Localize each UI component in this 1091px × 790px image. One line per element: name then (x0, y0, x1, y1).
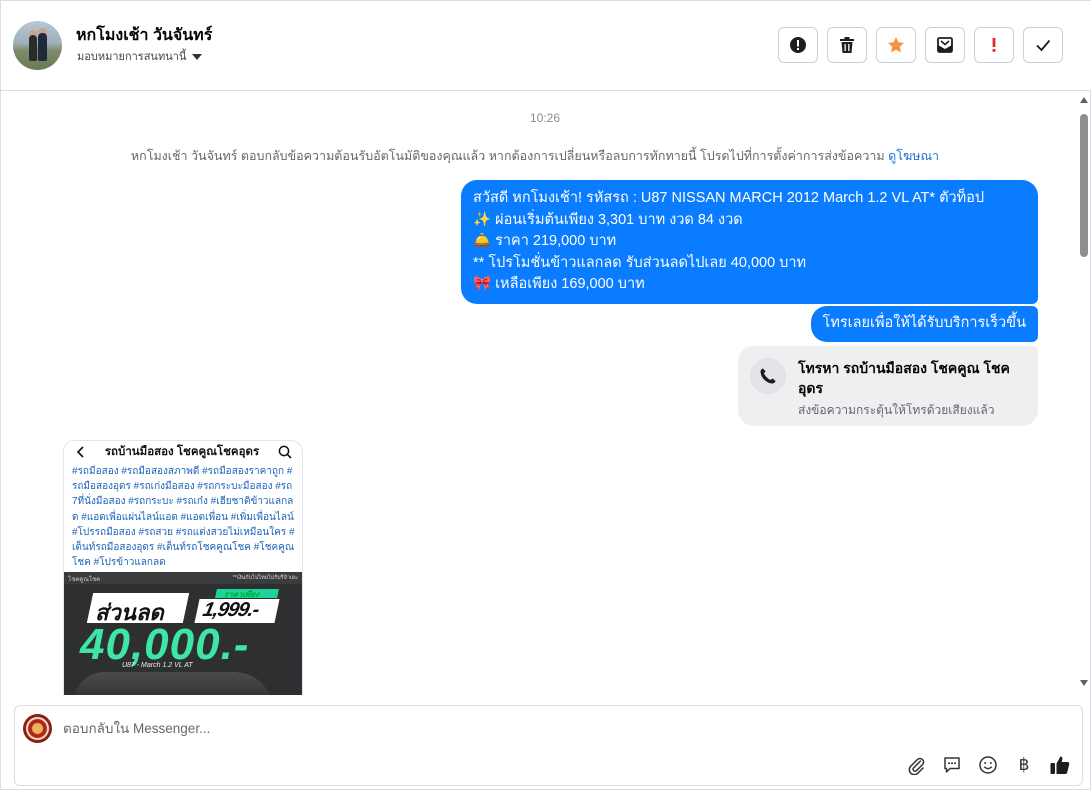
message-line: ** โปรโมชั่นข้าวแลกลด รับส่วนลดไปเลย 40,… (473, 254, 807, 271)
mark-unread-icon (937, 37, 953, 53)
message-timestamp: 10:26 (529, 111, 561, 125)
thread-actions (778, 27, 1063, 63)
delete-button[interactable] (827, 27, 867, 63)
star-button[interactable] (876, 27, 916, 63)
call-card-title: โทรหา รถบ้านมือสอง โชคคูณ โชคอุดร (798, 360, 1010, 396)
car-photo (74, 672, 274, 695)
call-card-subtitle: ส่งข้อความกระตุ้นให้โทรด้วยเสียงแล้ว (798, 403, 995, 417)
call-button-card[interactable]: โทรหา รถบ้านมือสอง โชคคูณ โชคอุดร ส่งข้อ… (738, 346, 1038, 426)
search-icon (278, 445, 292, 459)
post-page-title: รถบ้านมือสอง โชคคูณโชคอุดร (104, 446, 260, 458)
composer-toolbar: ฿ (904, 753, 1072, 777)
mark-done-button[interactable] (1023, 27, 1063, 63)
chevron-down-icon (192, 53, 203, 60)
scrollbar-thumb[interactable] (1080, 114, 1088, 257)
phone-icon (750, 358, 786, 394)
outgoing-message-bubble[interactable]: โทรเลยเพื่อให้ได้รับบริการเร็วขึ้น (810, 306, 1038, 342)
message-list-scrollbar[interactable] (1078, 92, 1090, 695)
report-icon (790, 37, 806, 53)
assign-conversation-dropdown[interactable]: มอบหมายการสนทนานี้ (77, 47, 203, 65)
banner-logo: โชคคูณโชค (68, 577, 101, 583)
thread-header: หกโมงเช้า วันจันทร์ มอบหมายการสนทนานี้ (1, 1, 1091, 91)
message-text: โทรเลยเพื่อให้ได้รับบริการเร็วขึ้น (822, 315, 1026, 331)
outgoing-message-bubble[interactable]: สวัสดี หกโมงเช้า! รหัสรถ : U87 NISSAN MA… (461, 180, 1038, 304)
reply-composer: ฿ (14, 705, 1083, 786)
message-line: 🛎️ ราคา 219,000 บาท (473, 233, 617, 249)
emoji-button[interactable] (976, 753, 1000, 777)
back-arrow-icon (76, 446, 84, 458)
system-notice-text: หกโมงเช้า วันจันทร์ ตอบกลับข้อความต้อนรั… (130, 149, 885, 163)
star-icon (888, 37, 904, 53)
emoji-icon (979, 756, 997, 774)
contact-avatar[interactable] (13, 21, 62, 70)
trash-icon (840, 37, 854, 53)
post-banner-image: โชคคูณโชค **เงินกับไปไทยไปรับรีจ้าเยะ ส่… (64, 572, 302, 695)
saved-reply-icon (944, 757, 960, 773)
like-icon (1050, 756, 1070, 774)
report-button[interactable] (778, 27, 818, 63)
reply-input[interactable] (63, 716, 883, 740)
shared-post-preview[interactable]: รถบ้านมือสอง โชคคูณโชคอุดร #รถมือสอง #รถ… (63, 440, 303, 695)
priority-icon (992, 38, 996, 52)
post-hashtags: #รถมือสอง #รถมือสองสภาพดี #รถมือสองราคาถ… (72, 466, 295, 569)
banner-price: 1,999.- (200, 599, 261, 621)
contact-name[interactable]: หกโมงเช้า วันจันทร์ (76, 23, 212, 48)
attach-button[interactable] (904, 753, 928, 777)
scroll-up-arrow-icon[interactable] (1080, 97, 1088, 103)
banner-note: **เงินกับไปไทยไปรับรีจ้าเยะ (232, 575, 298, 581)
message-line: สวัสดี หกโมงเช้า! รหัสรถ : U87 NISSAN MA… (473, 190, 985, 206)
like-button[interactable] (1048, 753, 1072, 777)
baht-payment-icon: ฿ (1018, 755, 1030, 774)
system-notice: หกโมงเช้า วันจันทร์ ตอบกลับข้อความต้อนรั… (1, 146, 1069, 166)
scroll-down-arrow-icon[interactable] (1080, 680, 1088, 686)
page-avatar (23, 714, 52, 743)
mark-unread-button[interactable] (925, 27, 965, 63)
messenger-thread-panel: หกโมงเช้า วันจันทร์ มอบหมายการสนทนานี้ 1… (0, 0, 1091, 790)
message-list[interactable]: 10:26 หกโมงเช้า วันจันทร์ ตอบกลับข้อความ… (1, 92, 1079, 695)
view-ad-link[interactable]: ดูโฆษณา (888, 149, 939, 163)
attachment-icon (908, 757, 925, 775)
banner-model: U87 - March 1.2 VL AT (122, 662, 193, 669)
payment-button[interactable]: ฿ (1012, 753, 1036, 777)
done-check-icon (1036, 39, 1051, 52)
message-line: 🎀 เหลือเพียง 169,000 บาท (473, 276, 645, 292)
priority-button[interactable] (974, 27, 1014, 63)
post-header: รถบ้านมือสอง โชคคูณโชคอุดร (64, 441, 302, 463)
message-line: ✨ ผ่อนเริ่มต้นเพียง 3,301 บาท งวด 84 งวด (473, 211, 743, 228)
assign-label: มอบหมายการสนทนานี้ (77, 51, 187, 63)
saved-replies-button[interactable] (940, 753, 964, 777)
